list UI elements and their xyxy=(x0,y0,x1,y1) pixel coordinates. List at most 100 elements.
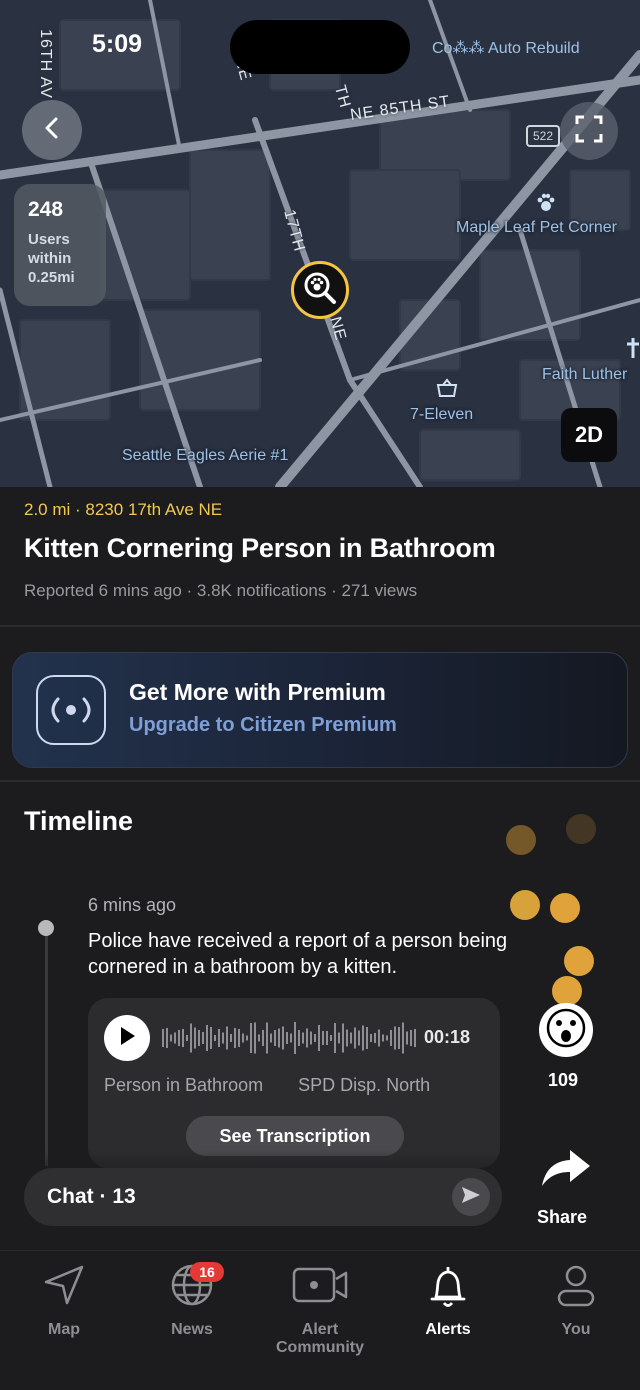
waveform-bar xyxy=(366,1027,368,1049)
waveform-bar xyxy=(198,1030,200,1046)
section-divider xyxy=(0,625,640,627)
waveform-bar xyxy=(306,1028,308,1048)
audio-source-label: Person in Bathroom xyxy=(104,1075,264,1095)
waveform-bar xyxy=(326,1031,328,1045)
share-label[interactable]: Share xyxy=(537,1207,587,1228)
timeline-dot xyxy=(38,920,54,936)
reaction-emoji-float xyxy=(566,814,596,844)
waveform-bar xyxy=(250,1023,252,1053)
audio-channel-label: SPD Disp. North xyxy=(298,1075,431,1095)
map-view[interactable]: NE 85TH ST 16TH AV 17TH NE NE TH Maple L… xyxy=(0,0,640,487)
waveform-bar xyxy=(310,1031,312,1045)
share-button[interactable] xyxy=(540,1148,592,1193)
premium-upgrade-link[interactable]: Upgrade to Citizen Premium xyxy=(129,714,397,737)
share-arrow-icon xyxy=(540,1150,592,1192)
send-button[interactable] xyxy=(452,1178,490,1216)
bottom-tab-bar: Map News Alert Community Alerts You xyxy=(0,1250,640,1390)
reaction-emoji-float xyxy=(550,893,580,923)
chevron-left-icon xyxy=(42,116,62,145)
reaction-emoji-float xyxy=(506,825,536,855)
users-within-label: within xyxy=(28,250,72,267)
waveform-bar xyxy=(290,1033,292,1043)
shocked-face-icon xyxy=(546,1008,586,1053)
chat-input-bar[interactable]: Chat · 13 xyxy=(24,1168,502,1226)
waveform-bar xyxy=(382,1034,384,1042)
waveform-bar xyxy=(270,1033,272,1043)
status-indicators: Co⁂⁂ Auto Rebuild xyxy=(432,40,580,57)
waveform-bar xyxy=(242,1033,244,1043)
poi-seattle-eagles[interactable]: Seattle Eagles Aerie #1 xyxy=(122,447,288,465)
nearby-users-card: 248 Users within 0.25mi xyxy=(14,184,106,306)
waveform-bar xyxy=(298,1030,300,1046)
poi-7-eleven[interactable]: 7-Eleven xyxy=(410,406,473,424)
timeline-line xyxy=(45,936,48,1166)
waveform-bar xyxy=(402,1022,404,1054)
waveform-bar xyxy=(266,1022,268,1054)
waveform-bar xyxy=(362,1025,364,1051)
premium-upsell-card[interactable]: Get More with Premium Upgrade to Citizen… xyxy=(12,652,628,768)
waveform-bar xyxy=(226,1026,228,1050)
play-icon xyxy=(118,1026,136,1051)
users-label: Users xyxy=(28,231,70,248)
audio-waveform[interactable] xyxy=(162,1020,418,1056)
video-camera-icon xyxy=(288,1263,352,1312)
person-icon xyxy=(554,1263,598,1316)
incident-meta: Reported 6 mins ago · 3.8K notifications… xyxy=(24,581,418,600)
incident-map-pin[interactable] xyxy=(291,261,349,319)
fullscreen-button[interactable] xyxy=(560,102,618,160)
navigation-arrow-icon xyxy=(42,1263,86,1312)
incident-location[interactable]: 2.0 mi · 8230 17th Ave NE xyxy=(24,500,222,520)
waveform-bar xyxy=(182,1029,184,1047)
waveform-bar xyxy=(258,1034,260,1042)
waveform-bar xyxy=(318,1025,320,1051)
waveform-bar xyxy=(322,1031,324,1045)
waveform-bar xyxy=(278,1028,280,1048)
back-button[interactable] xyxy=(22,100,82,160)
news-badge: 16 xyxy=(190,1262,224,1282)
timeline-entry-time: 6 mins ago xyxy=(88,895,177,915)
reaction-button[interactable] xyxy=(539,1003,593,1057)
waveform-bar xyxy=(346,1029,348,1047)
waveform-bar xyxy=(330,1035,332,1041)
tab-alerts[interactable]: Alerts xyxy=(384,1251,512,1351)
church-cross-icon xyxy=(626,338,640,363)
reaction-emoji-float xyxy=(510,890,540,920)
chat-label: Chat · 13 xyxy=(47,1185,136,1208)
waveform-bar xyxy=(254,1022,256,1054)
waveform-bar xyxy=(170,1034,172,1042)
reaction-emoji-float xyxy=(552,976,582,1006)
users-count: 248 xyxy=(28,198,64,221)
waveform-bar xyxy=(214,1035,216,1041)
poi-faith-lutheran[interactable]: Faith Luther xyxy=(542,366,627,384)
waveform-bar xyxy=(406,1031,408,1045)
tab-label: News xyxy=(171,1321,213,1338)
waveform-bar xyxy=(286,1032,288,1044)
users-radius: 0.25mi xyxy=(28,269,75,286)
tab-you[interactable]: You xyxy=(512,1251,640,1351)
waveform-bar xyxy=(358,1030,360,1046)
route-shield-522: 522 xyxy=(526,125,560,147)
bell-icon xyxy=(426,1263,470,1316)
waveform-bar xyxy=(378,1029,380,1047)
waveform-bar xyxy=(370,1034,372,1042)
audio-duration: 00:18 xyxy=(424,1027,471,1047)
audio-clip-card: 00:18 Person in Bathroom SPD Disp. North… xyxy=(88,998,500,1168)
reaction-emoji-float xyxy=(564,946,594,976)
waveform-bar xyxy=(230,1034,232,1042)
waveform-bar xyxy=(314,1034,316,1042)
waveform-bar xyxy=(202,1032,204,1044)
tab-map[interactable]: Map xyxy=(0,1251,128,1351)
poi-maple-leaf-pet-corner[interactable]: Maple Leaf Pet Corner xyxy=(456,219,617,237)
view-2d-toggle[interactable]: 2D xyxy=(561,408,617,462)
waveform-bar xyxy=(338,1032,340,1044)
waveform-bar xyxy=(210,1027,212,1049)
play-button[interactable] xyxy=(104,1015,150,1061)
tab-label: Alert Community xyxy=(276,1321,364,1356)
waveform-bar xyxy=(398,1027,400,1049)
waveform-bar xyxy=(342,1023,344,1053)
dynamic-island xyxy=(230,20,410,74)
timeline-entry-text: Police have received a report of a perso… xyxy=(88,930,508,978)
audio-sources: Person in Bathroom SPD Disp. North xyxy=(104,1075,484,1096)
waveform-bar xyxy=(166,1028,168,1048)
tab-alert-community[interactable]: Alert Community xyxy=(256,1251,384,1356)
